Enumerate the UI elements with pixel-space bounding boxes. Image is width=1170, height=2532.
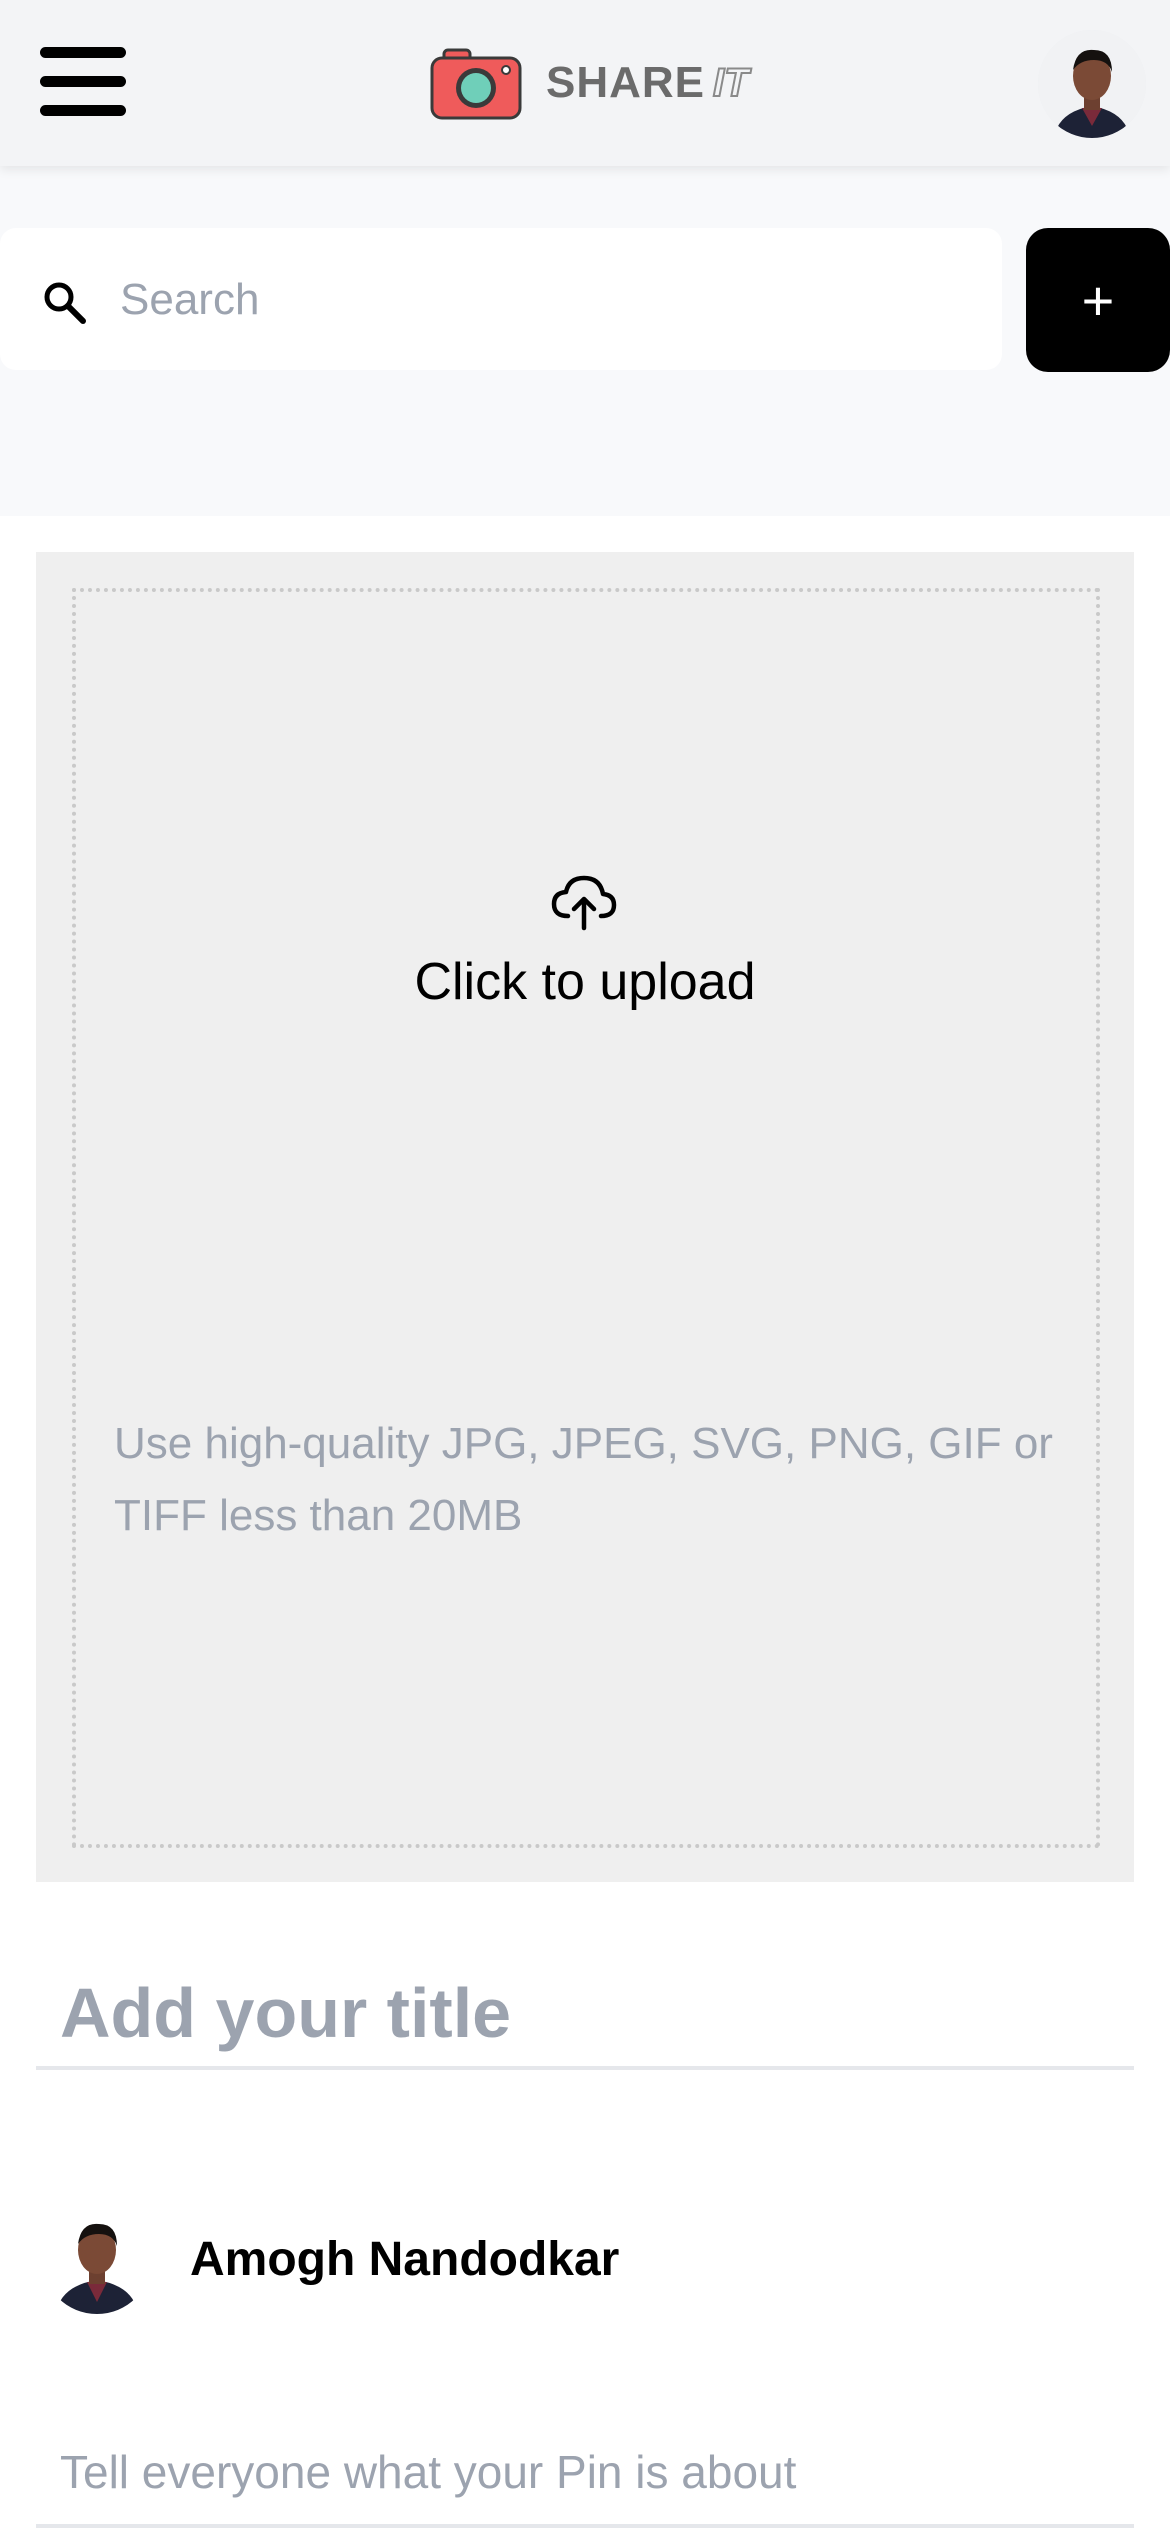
title-input[interactable]	[36, 1960, 1134, 2070]
logo-text-suffix: IT	[712, 60, 750, 106]
search-bar[interactable]	[0, 228, 1002, 370]
upload-dropzone[interactable]	[72, 588, 1100, 1848]
upload-hint: Use high-quality JPG, JPEG, SVG, PNG, GI…	[114, 1419, 1053, 1540]
upload-panel: Click to upload Use high-quality JPG, JP…	[36, 552, 1134, 1882]
search-input[interactable]	[118, 264, 982, 336]
avatar-portrait	[42, 2204, 152, 2314]
cloud-upload-icon[interactable]	[550, 874, 618, 932]
avatar-portrait	[1038, 30, 1146, 138]
about-input[interactable]	[36, 2420, 1134, 2528]
hamburger-menu-icon[interactable]	[40, 44, 126, 120]
avatar	[42, 2204, 152, 2314]
search-icon	[44, 282, 86, 324]
logo[interactable]: SHARE IT	[430, 46, 750, 120]
user-avatar[interactable]	[1038, 30, 1146, 138]
user-name: Amogh Nandodkar	[190, 2232, 620, 2286]
logo-text: SHARE	[546, 58, 706, 107]
upload-label[interactable]: Click to upload	[36, 952, 1134, 1012]
add-button[interactable]: +	[1026, 228, 1170, 372]
user-info: Amogh Nandodkar	[42, 2204, 619, 2314]
camera-icon	[430, 48, 522, 120]
navbar: SHARE IT	[0, 0, 1170, 166]
